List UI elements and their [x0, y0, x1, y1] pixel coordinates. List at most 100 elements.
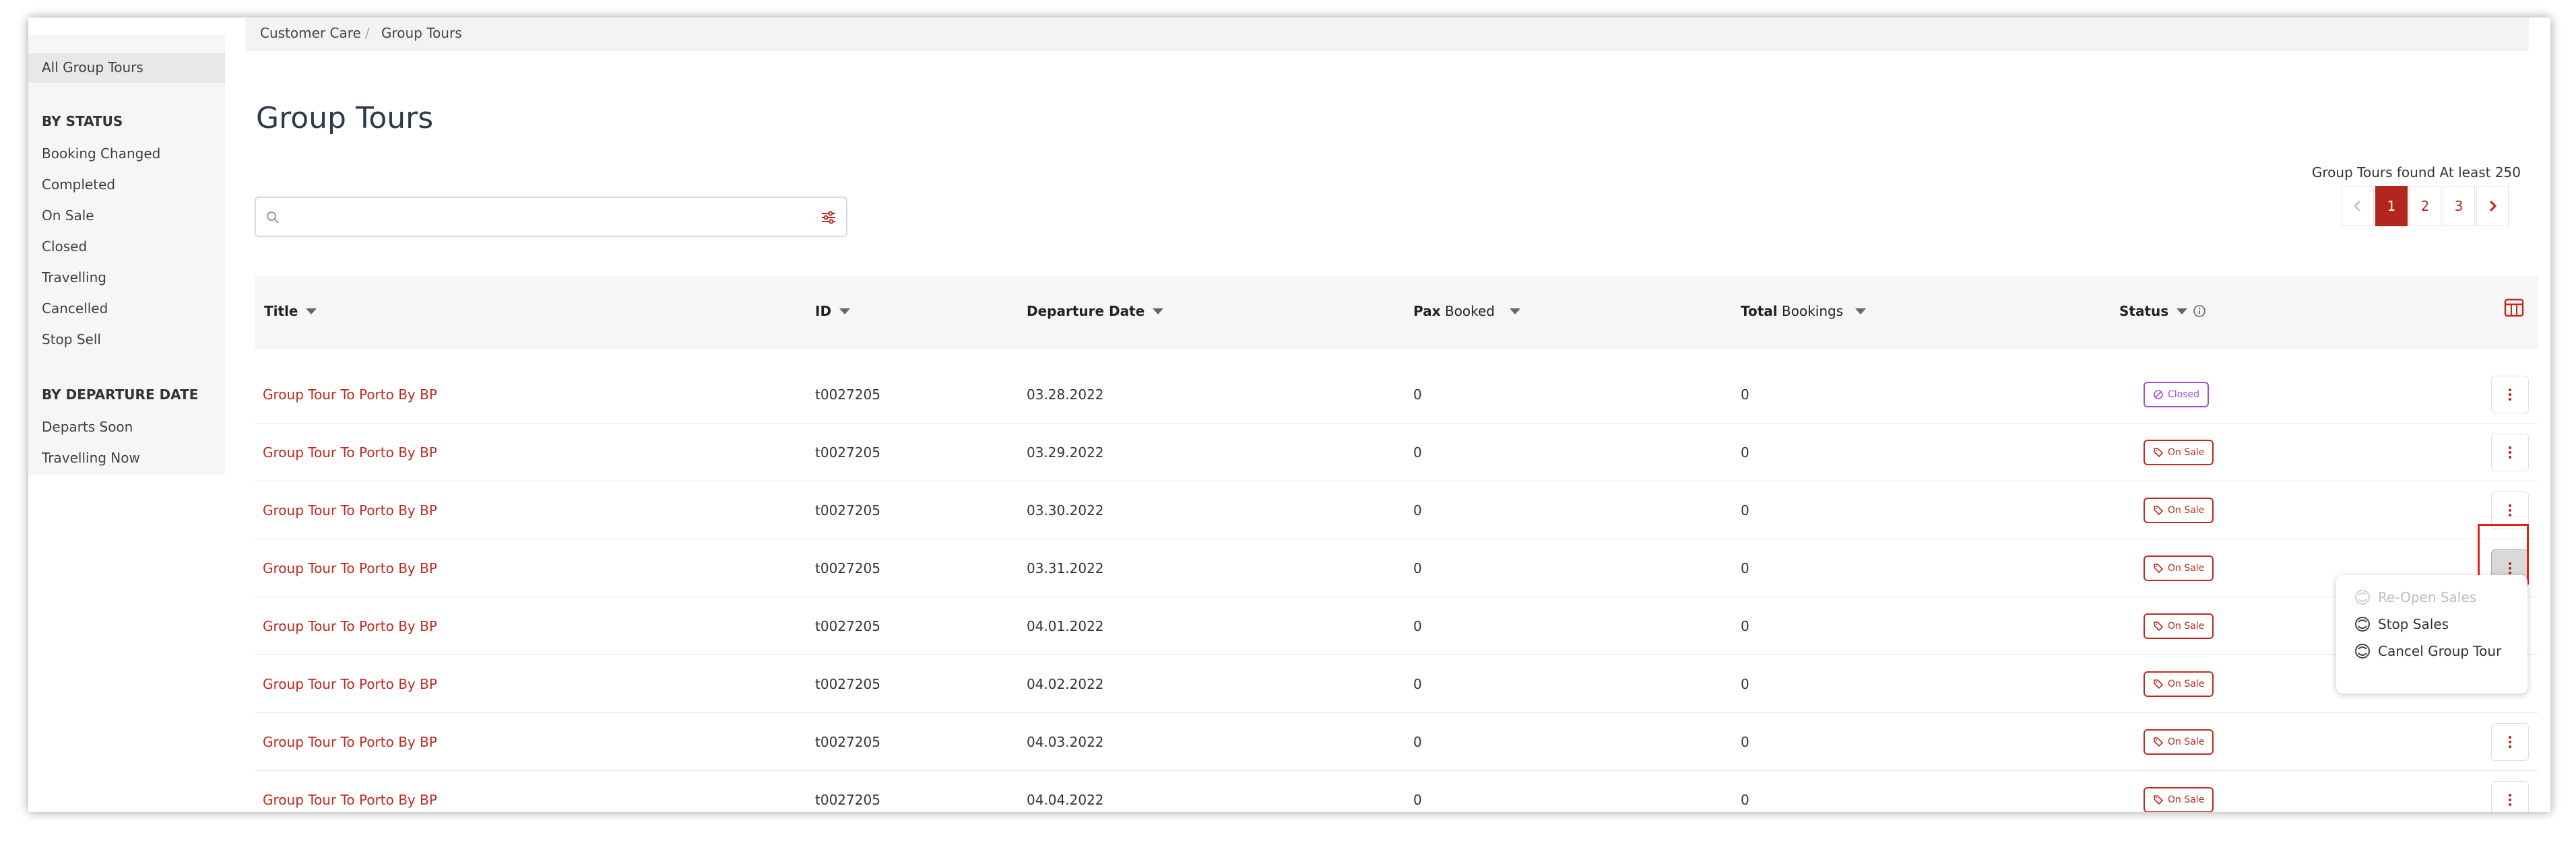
sort-caret-icon — [2177, 308, 2188, 314]
column-pax-label: Pax — [1413, 303, 1441, 319]
column-title[interactable]: Title — [264, 303, 317, 319]
menu-item-cancel-group-tour[interactable]: Cancel Group Tour — [2354, 642, 2501, 660]
page-button-3[interactable]: 3 — [2443, 186, 2475, 226]
page-button-1[interactable]: 1 — [2375, 186, 2408, 226]
table-row: Group Tour To Porto By BP t0027205 03.29… — [255, 424, 2538, 481]
column-total-bookings[interactable]: Total Bookings — [1741, 303, 1867, 319]
kebab-icon — [2509, 446, 2511, 459]
table-row: Group Tour To Porto By BP t0027205 04.04… — [255, 771, 2538, 812]
menu-item-label: Cancel Group Tour — [2378, 643, 2502, 659]
menu-item-stop-sales[interactable]: Stop Sales — [2354, 615, 2449, 633]
total-bookings: 0 — [1741, 560, 1749, 576]
sidebar-item-stop-sell[interactable]: Stop Sell — [42, 331, 101, 347]
kebab-icon — [2509, 736, 2511, 748]
tag-icon — [2154, 737, 2164, 747]
column-status-label: Status — [2119, 303, 2169, 319]
sidebar-heading-departure-date: BY DEPARTURE DATE — [42, 386, 199, 403]
status-label: On Sale — [2168, 505, 2205, 516]
column-pax-label-rest: Booked — [1440, 303, 1495, 319]
stop-sales-icon — [2355, 617, 2370, 632]
page-button-2[interactable]: 2 — [2409, 186, 2441, 226]
sidebar-item-all-label[interactable]: All Group Tours — [42, 59, 143, 75]
total-bookings: 0 — [1741, 386, 1749, 403]
total-bookings: 0 — [1741, 618, 1749, 634]
column-departure-date[interactable]: Departure Date — [1027, 303, 1164, 319]
tour-title-link[interactable]: Group Tour To Porto By BP — [263, 676, 437, 692]
status-label: On Sale — [2168, 679, 2205, 689]
sidebar-item-booking-changed[interactable]: Booking Changed — [42, 145, 160, 162]
sidebar-item-cancelled[interactable]: Cancelled — [42, 300, 108, 316]
tag-icon — [2154, 795, 2164, 805]
row-actions-menu: Re-Open Sales Stop Sales Cancel Group To… — [2336, 575, 2527, 694]
tour-title-link[interactable]: Group Tour To Porto By BP — [263, 560, 437, 576]
status-badge: On Sale — [2144, 671, 2214, 697]
menu-item-label: Stop Sales — [2378, 616, 2449, 632]
breadcrumb-customer-care[interactable]: Customer Care — [260, 25, 361, 41]
tag-icon — [2154, 621, 2164, 632]
pax-booked: 0 — [1413, 676, 1422, 692]
departure-date: 03.30.2022 — [1027, 502, 1104, 518]
filter-icon[interactable] — [820, 210, 837, 228]
sidebar-item-on-sale[interactable]: On Sale — [42, 207, 94, 224]
table-row: Group Tour To Porto By BP t0027205 03.28… — [255, 366, 2538, 424]
row-actions-button[interactable] — [2491, 376, 2529, 413]
search-text-field[interactable] — [287, 206, 802, 229]
tour-title-link[interactable]: Group Tour To Porto By BP — [263, 792, 437, 808]
row-actions-button[interactable] — [2491, 434, 2529, 471]
column-total-label-rest: Bookings — [1777, 303, 1844, 319]
sidebar-item-travelling[interactable]: Travelling — [42, 269, 106, 285]
departure-date: 03.29.2022 — [1027, 444, 1104, 461]
status-label: On Sale — [2168, 795, 2205, 805]
search-input[interactable] — [255, 197, 847, 237]
table-row: Group Tour To Porto By BP t0027205 04.01… — [255, 597, 2538, 655]
tour-title-link[interactable]: Group Tour To Porto By BP — [263, 502, 437, 518]
column-total-label: Total — [1741, 303, 1778, 319]
tour-id: t0027205 — [815, 792, 880, 808]
total-bookings: 0 — [1741, 734, 1749, 750]
sidebar: All Group Tours BY STATUS Booking Change… — [28, 35, 225, 475]
menu-item-reopen-sales: Re-Open Sales — [2354, 588, 2476, 606]
row-actions-button[interactable] — [2491, 723, 2529, 761]
status-badge: On Sale — [2144, 440, 2214, 465]
info-icon[interactable] — [2193, 304, 2206, 318]
search-icon — [265, 210, 280, 228]
prev-page-button[interactable] — [2342, 186, 2374, 226]
next-page-button[interactable] — [2476, 186, 2509, 226]
column-status[interactable]: Status — [2119, 303, 2206, 319]
breadcrumb-separator: / — [365, 25, 370, 41]
sidebar-item-departs-soon[interactable]: Departs Soon — [42, 419, 133, 435]
cancel-tour-icon — [2355, 644, 2370, 659]
sort-caret-icon — [306, 308, 317, 314]
tour-title-link[interactable]: Group Tour To Porto By BP — [263, 444, 437, 461]
reopen-icon — [2355, 590, 2370, 605]
departure-date: 04.03.2022 — [1027, 734, 1104, 750]
status-badge: On Sale — [2144, 555, 2214, 581]
sidebar-item-travelling-now[interactable]: Travelling Now — [42, 450, 140, 466]
tour-title-link[interactable]: Group Tour To Porto By BP — [263, 386, 437, 403]
column-settings-icon[interactable] — [2504, 298, 2524, 320]
tour-title-link[interactable]: Group Tour To Porto By BP — [263, 734, 437, 750]
tag-icon — [2154, 564, 2164, 574]
sidebar-item-closed[interactable]: Closed — [42, 238, 87, 255]
pax-booked: 0 — [1413, 734, 1422, 750]
pax-booked: 0 — [1413, 792, 1422, 808]
breadcrumb-group-tours: Group Tours — [381, 25, 462, 41]
results-count: Group Tours found At least 250 — [2311, 164, 2521, 180]
column-id[interactable]: ID — [815, 303, 851, 319]
tour-title-link[interactable]: Group Tour To Porto By BP — [263, 618, 437, 634]
sidebar-item-completed[interactable]: Completed — [42, 176, 115, 193]
tour-id: t0027205 — [815, 618, 880, 634]
row-actions-button[interactable] — [2491, 781, 2529, 812]
departure-date: 04.02.2022 — [1027, 676, 1104, 692]
table-row: Group Tour To Porto By BP t0027205 03.30… — [255, 481, 2538, 539]
sort-caret-icon — [839, 308, 851, 314]
pagination: 1 2 3 — [2342, 186, 2510, 228]
tour-id: t0027205 — [815, 734, 880, 750]
app-window: All Group Tours BY STATUS Booking Change… — [28, 18, 2550, 812]
total-bookings: 0 — [1741, 676, 1749, 692]
kebab-icon — [2509, 794, 2511, 806]
column-id-label: ID — [815, 303, 832, 319]
column-pax-booked[interactable]: Pax Booked — [1413, 303, 1520, 319]
page-title: Group Tours — [256, 101, 434, 135]
table-row: Group Tour To Porto By BP t0027205 04.02… — [255, 655, 2538, 713]
